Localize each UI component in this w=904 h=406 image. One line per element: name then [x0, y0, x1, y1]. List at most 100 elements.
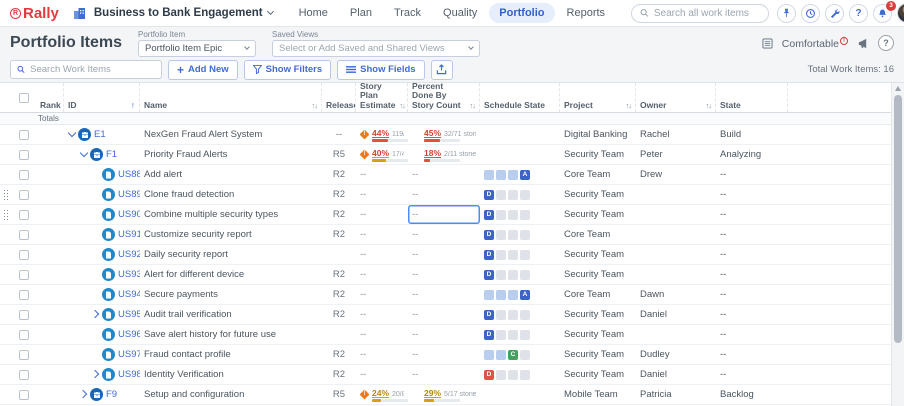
nav-tab-reports[interactable]: Reports	[557, 3, 616, 23]
column-header-owner[interactable]: Owner ↑↓	[636, 83, 716, 112]
nav-tab-quality[interactable]: Quality	[433, 3, 487, 23]
scrollbar-up-arrow-icon[interactable]	[895, 86, 901, 91]
percent-done-count-cell[interactable]: --	[408, 365, 480, 384]
schedule-state-cell[interactable]: D	[480, 265, 560, 284]
percent-done-plan-cell[interactable]: --	[356, 165, 408, 184]
row-checkbox[interactable]	[19, 329, 29, 340]
percent-done-count-cell[interactable]: --	[408, 245, 480, 264]
percent-done-plan-cell[interactable]: --	[356, 185, 408, 204]
id-link[interactable]: E1	[94, 129, 106, 140]
owner-cell[interactable]: Daniel	[636, 365, 716, 384]
state-cell[interactable]: --	[716, 205, 788, 224]
project-cell[interactable]: Security Team	[560, 145, 636, 164]
vertical-scrollbar[interactable]	[891, 83, 904, 406]
expander-icon[interactable]	[92, 290, 101, 299]
table-row-us88[interactable]: US88 Add alert R2 -- -- A Core Team Drew…	[0, 165, 904, 185]
id-link[interactable]: US89	[118, 189, 140, 200]
owner-cell[interactable]	[636, 325, 716, 344]
column-header-percent-done-by-story-count[interactable]: Percent Done By Story Count ↑↓	[408, 83, 480, 112]
expander-icon[interactable]	[92, 370, 101, 379]
schedule-state-cell[interactable]: C	[480, 345, 560, 364]
id-link[interactable]: US92	[118, 249, 140, 260]
nav-tab-plan[interactable]: Plan	[340, 3, 382, 23]
owner-cell[interactable]	[636, 225, 716, 244]
release-cell[interactable]: R2	[322, 285, 356, 304]
global-search-input[interactable]	[653, 7, 761, 19]
release-cell[interactable]	[322, 245, 356, 264]
column-header-state[interactable]: State	[716, 83, 788, 112]
avatar[interactable]	[897, 3, 904, 23]
row-checkbox[interactable]	[19, 389, 29, 400]
help-icon[interactable]: ?	[849, 3, 869, 23]
bell-icon[interactable]: 3	[873, 0, 897, 23]
id-link[interactable]: US91	[118, 229, 140, 240]
help-icon[interactable]: ?	[878, 35, 894, 51]
id-link[interactable]: F9	[106, 389, 117, 400]
percent-done-count-cell[interactable]: --	[408, 285, 480, 304]
percent-done-count-cell[interactable]: ! 29%5/17 stories co	[408, 385, 480, 404]
global-search[interactable]	[631, 3, 770, 23]
project-cell[interactable]: Core Team	[560, 165, 636, 184]
percent-done-plan-cell[interactable]: ! 24%20/82 p	[356, 385, 408, 404]
name-cell[interactable]: Alert for different device	[140, 265, 322, 284]
percent-done-count-cell[interactable]: --	[408, 265, 480, 284]
percent-done-plan-cell[interactable]: --	[356, 265, 408, 284]
owner-cell[interactable]: Rachel	[636, 125, 716, 144]
column-header-rank[interactable]: Rank↑↓	[36, 83, 64, 112]
release-cell[interactable]: R5	[322, 145, 356, 164]
percent-done-count-cell[interactable]: --	[408, 205, 480, 224]
show-fields-button[interactable]: Show Fields	[337, 59, 425, 80]
expander-icon[interactable]	[92, 190, 101, 199]
schedule-state-cell[interactable]: D	[480, 305, 560, 324]
schedule-state-cell[interactable]: D	[480, 365, 560, 384]
schedule-state-cell[interactable]	[480, 385, 560, 404]
state-cell[interactable]: --	[716, 305, 788, 324]
release-cell[interactable]: R2	[322, 305, 356, 324]
history-icon[interactable]	[801, 3, 821, 23]
name-cell[interactable]: Clone fraud detection	[140, 185, 322, 204]
project-cell[interactable]: Mobile Team	[560, 385, 636, 404]
percent-done-plan-cell[interactable]: --	[356, 345, 408, 364]
percent-done-plan-cell[interactable]: --	[356, 225, 408, 244]
schedule-state-cell[interactable]: D	[480, 245, 560, 264]
column-header-project[interactable]: Project ↑↓	[560, 83, 636, 112]
saved-views-select[interactable]: Select or Add Saved and Shared Views	[272, 39, 481, 57]
row-checkbox[interactable]	[19, 349, 29, 360]
scrollbar-thumb[interactable]	[894, 95, 902, 343]
table-row-us97[interactable]: US97 Fraud contact profile R2 -- -- C Se…	[0, 345, 904, 365]
table-row-us90[interactable]: US90 Combine multiple security types R2 …	[0, 205, 904, 225]
expander-icon[interactable]	[92, 270, 101, 279]
schedule-state-cell[interactable]	[480, 125, 560, 144]
name-cell[interactable]: Customize security report	[140, 225, 322, 244]
owner-cell[interactable]	[636, 185, 716, 204]
select-all-checkbox[interactable]	[19, 92, 29, 103]
expander-icon[interactable]	[80, 150, 89, 159]
id-link[interactable]: US94	[118, 289, 140, 300]
export-button[interactable]	[430, 59, 453, 80]
id-link[interactable]: US90	[118, 209, 140, 220]
state-cell[interactable]: Analyzing	[716, 145, 788, 164]
schedule-state-cell[interactable]: D	[480, 325, 560, 344]
table-row-us92[interactable]: US92 Daily security report -- -- D Secur…	[0, 245, 904, 265]
nav-tab-portfolio[interactable]: Portfolio	[489, 3, 555, 23]
show-filters-button[interactable]: Show Filters	[243, 59, 332, 80]
table-row-e1[interactable]: E1 NexGen Fraud Alert System -- ! 44% 119…	[0, 125, 904, 145]
schedule-state-cell[interactable]: D	[480, 185, 560, 204]
drag-handle-icon[interactable]	[3, 188, 9, 201]
percent-done-plan-cell[interactable]: ! 44%119/26	[356, 125, 408, 144]
pin-icon[interactable]	[777, 3, 797, 23]
release-cell[interactable]: --	[322, 125, 356, 144]
state-cell[interactable]: Build	[716, 125, 788, 144]
percent-done-plan-cell[interactable]: --	[356, 305, 408, 324]
state-cell[interactable]: --	[716, 265, 788, 284]
expander-icon[interactable]	[92, 210, 101, 219]
add-new-button[interactable]: + Add New	[168, 59, 238, 80]
expander-icon[interactable]	[80, 390, 89, 399]
workspace-selector[interactable]: Business to Bank Engagement	[94, 7, 274, 19]
owner-cell[interactable]	[636, 265, 716, 284]
percent-done-plan-cell[interactable]: --	[356, 365, 408, 384]
id-link[interactable]: US98	[118, 369, 140, 380]
project-cell[interactable]: Security Team	[560, 245, 636, 264]
project-cell[interactable]: Security Team	[560, 185, 636, 204]
release-cell[interactable]: R2	[322, 345, 356, 364]
